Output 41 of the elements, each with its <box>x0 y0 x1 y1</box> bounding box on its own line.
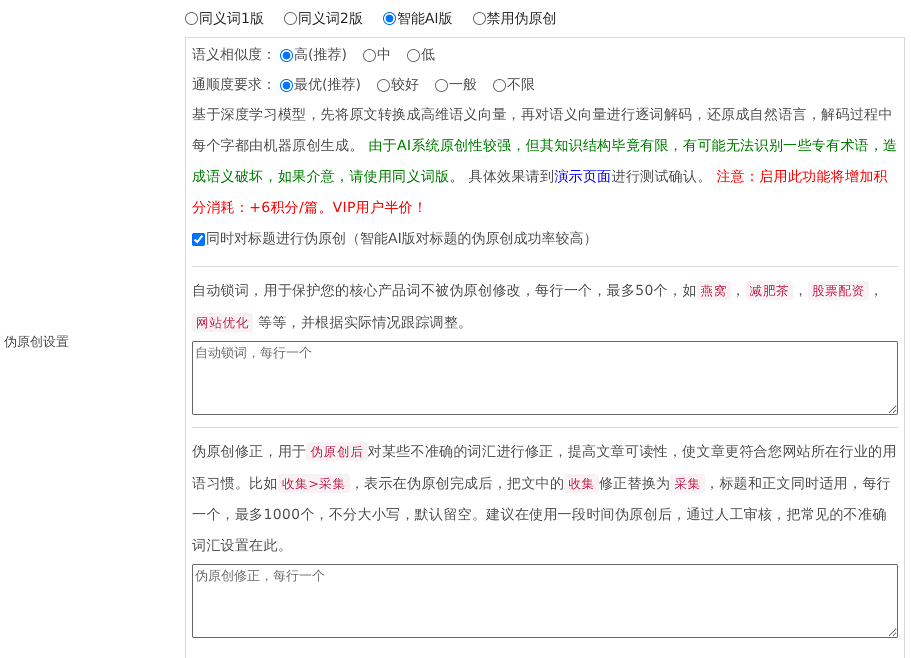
radio-label[interactable]: 高(推荐) <box>294 46 347 64</box>
radio-label[interactable]: 同义词2版 <box>298 10 363 28</box>
lock-words-field[interactable]: 自动锁词，每行一个 <box>192 341 898 415</box>
radio-button[interactable] <box>492 78 506 92</box>
radio-button[interactable] <box>362 48 376 62</box>
radio-button[interactable] <box>376 78 390 92</box>
radio-button[interactable] <box>280 78 293 92</box>
checkbox[interactable] <box>192 232 205 246</box>
radio-label[interactable]: 同义词1版 <box>199 10 264 28</box>
radio-label[interactable]: 低 <box>420 46 435 64</box>
radio-button[interactable] <box>406 48 420 62</box>
field-label: 通顺度要求： <box>192 76 276 94</box>
description-text: 基于深度学习模型，先将原文转换成高维语义向量，再对语义向量进行逐词解码，还原成自然语言，解码过程中每个字都由机器原创生成。 由于AI系统原创性较强，但其知识结构毕竟有限，有可能无法识别一些专有术语，造成语义破坏，如果介意，请使用同义词版。 具体效果请到演示页面进行测试确认。 注意：启用此功能将增加积分消耗：+6积分/篇。VIP用户半价！ <box>192 106 898 218</box>
keyword-tag: 采集 <box>670 474 706 493</box>
keyword-tag: 伪原创后 <box>306 442 368 461</box>
description-text: 自动锁词，用于保护您的核心产品词不被伪原创修改，每行一个，最多50个，如 燕窝 ， 减肥茶 ， 股票配资 ， 网站优化 等等，并根据实际情况跟踪调整。 <box>192 280 884 334</box>
radio-label[interactable]: 最优(推荐) <box>294 76 361 94</box>
radio-label[interactable]: 较好 <box>390 76 419 94</box>
radio-button[interactable] <box>280 48 293 62</box>
radio-button[interactable] <box>434 78 448 92</box>
radio-label[interactable]: 禁用伪原创 <box>486 10 557 28</box>
radio-button[interactable] <box>185 12 198 25</box>
radio-label[interactable]: 智能AI版 <box>396 10 453 28</box>
keyword-tag: 减肥茶 <box>746 281 794 300</box>
checkbox-label[interactable]: 同时对标题进行伪原创（智能AI版对标题的伪原创成功率较高） <box>206 230 598 248</box>
radio-label[interactable]: 不限 <box>506 76 535 94</box>
demo-link[interactable]: 演示页面 <box>554 169 612 185</box>
keyword-tag: 收集 <box>564 474 599 493</box>
field-label: 语义相似度： <box>192 46 276 64</box>
keyword-tag: 收集>采集 <box>278 474 350 493</box>
keyword-tag: 网站优化 <box>192 313 254 332</box>
keyword-tag: 燕窝 <box>696 281 732 300</box>
correction-field[interactable]: 伪原创修正，每行一个 <box>192 564 898 638</box>
radio-button[interactable] <box>382 12 396 25</box>
radio-label[interactable]: 中 <box>376 46 391 64</box>
radio-label[interactable]: 一般 <box>448 76 477 94</box>
section-label: 伪原创设置 <box>4 334 69 351</box>
description-text: 伪原创修正，用于 伪原创后 对某些不准确的词汇进行修正，提高文章可读性，使文章更符合您网站所在行业的用语习惯。比如 收集>采集 ，表示在伪原创完成后，把文中的 收集 修正替换为 采集 ，标题和正文同时适用，每行一个，最多1000个，不分大小写，默认留空。建议在使用一段时间伪原创后，通过人工审核，把常见的不准确词汇设置在此。 <box>192 441 898 556</box>
radio-button[interactable] <box>472 12 486 25</box>
keyword-tag: 股票配资 <box>808 281 869 300</box>
radio-button[interactable] <box>284 12 297 25</box>
